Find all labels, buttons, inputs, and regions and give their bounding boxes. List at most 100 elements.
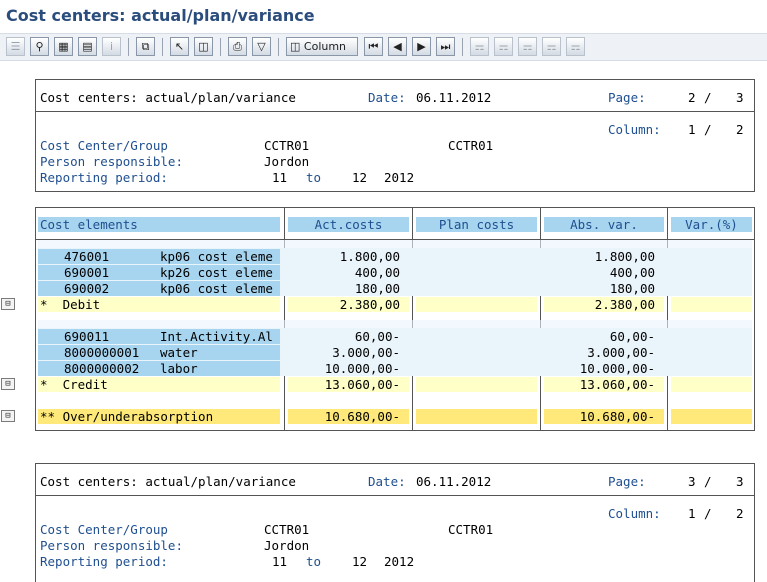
export-icon[interactable]: ⧉ [136, 37, 155, 56]
table-icon[interactable]: ◫ [194, 37, 213, 56]
page-total: 3 [736, 474, 744, 489]
period-label: Reporting period: [40, 170, 168, 185]
tree-icon[interactable]: ☰ [6, 37, 25, 56]
hier3-icon[interactable]: ⚎ [518, 37, 537, 56]
abs-var-value: 1.800,00 [594, 249, 655, 264]
act-cost-value: 10.000,00- [324, 361, 400, 376]
period-to-label: to [306, 170, 322, 185]
pointer-icon[interactable]: ↖ [170, 37, 189, 56]
header-plan-costs[interactable]: Plan costs [416, 217, 537, 232]
header-abs-var[interactable]: Abs. var. [544, 217, 664, 232]
date-label: Date: [368, 474, 406, 489]
column-current: 1 [688, 122, 696, 137]
application-toolbar: ☰ ⚲ ▦ ▤ i ⧉ ↖ ◫ ⎙ ▽ ◫ Column ⏮ ◀ ▶ ⏭ ⚎ ⚎… [0, 34, 767, 61]
header-cost-elements[interactable]: Cost elements [38, 217, 280, 232]
abs-var-value: 10.000,00- [579, 361, 655, 376]
column-button[interactable]: ◫ Column [286, 37, 358, 56]
period-from: 11 [272, 554, 288, 569]
collapse-icon[interactable]: ⊟ [1, 298, 15, 310]
period-to-label: to [306, 554, 322, 569]
act-cost-value: 180,00 [354, 281, 400, 296]
credit-total-abs: 13.060,00- [544, 377, 664, 392]
find-icon[interactable]: ⚲ [30, 37, 49, 56]
print-icon[interactable]: ⎙ [228, 37, 247, 56]
abs-var-value: 180,00 [609, 281, 655, 296]
layout-icon[interactable]: ▦ [54, 37, 73, 56]
period-label: Reporting period: [40, 554, 168, 569]
person-label: Person responsible: [40, 154, 183, 169]
hier4-icon[interactable]: ⚎ [542, 37, 561, 56]
cost-element-desc: water [160, 345, 198, 360]
abs-var-value: 3.000,00- [587, 345, 655, 360]
column-total: 2 [736, 122, 744, 137]
collapse-icon[interactable]: ⊟ [1, 410, 15, 422]
title-bar: Cost centers: actual/plan/variance [0, 0, 767, 34]
cost-element-desc: kp06 cost eleme [160, 281, 273, 296]
act-cost-value: 3.000,00- [332, 345, 400, 360]
column-label: Column: [608, 122, 661, 137]
credit-total-act: 13.060,00- [288, 377, 409, 392]
person-label: Person responsible: [40, 538, 183, 553]
column-slash: / [704, 122, 712, 137]
act-cost-value: 60,00- [354, 329, 400, 344]
last-page-icon[interactable]: ⏭ [436, 37, 455, 56]
debit-total-label: * Debit [38, 297, 280, 312]
page-label: Page: [608, 474, 646, 489]
filter-icon[interactable]: ▽ [252, 37, 271, 56]
cost-center-value: CCTR01 [264, 138, 310, 153]
page-slash: / [704, 474, 712, 489]
period-year: 2012 [384, 554, 415, 569]
abs-var-value: 60,00- [609, 329, 655, 344]
report-header-page2: Cost centers: actual/plan/variance Date:… [35, 79, 755, 192]
credit-total-label: * Credit [38, 377, 280, 392]
header-var-pct[interactable]: Var.(%) [671, 217, 752, 232]
cost-element-desc: kp06 cost eleme [160, 249, 273, 264]
hier2-icon[interactable]: ⚎ [494, 37, 513, 56]
report-title: Cost centers: actual/plan/variance [40, 474, 296, 489]
date-label: Date: [368, 90, 406, 105]
person-value: Jordon [264, 538, 310, 553]
grand-total-label: ** Over/underabsorption [38, 409, 280, 424]
debit-total-abs: 2.380,00 [544, 297, 664, 312]
page-slash: / [704, 90, 712, 105]
page-current: 3 [688, 474, 696, 489]
hier1-icon[interactable]: ⚎ [470, 37, 489, 56]
cost-center-value-2: CCTR01 [448, 138, 494, 153]
column-current: 1 [688, 506, 696, 521]
cost-element-desc: labor [160, 361, 198, 376]
report-header-page3: Cost centers: actual/plan/variance Date:… [35, 463, 755, 582]
act-cost-value: 1.800,00 [339, 249, 400, 264]
date-value: 06.11.2012 [416, 90, 492, 105]
window-title: Cost centers: actual/plan/variance [6, 6, 315, 25]
period-year: 2012 [384, 170, 415, 185]
grand-total-act: 10.680,00- [288, 409, 409, 424]
page-label: Page: [608, 90, 646, 105]
cost-element-desc: kp26 cost eleme [160, 265, 273, 280]
period-to: 12 [352, 554, 368, 569]
next-page-icon[interactable]: ▶ [412, 37, 431, 56]
collapse-icon[interactable]: ⊟ [1, 378, 15, 390]
info-icon[interactable]: i [102, 37, 121, 56]
person-value: Jordon [264, 154, 310, 169]
sheet-icon[interactable]: ▤ [78, 37, 97, 56]
cost-element-desc: Int.Activity.Al [160, 329, 273, 344]
column-label: Column: [608, 506, 661, 521]
report-title: Cost centers: actual/plan/variance [40, 90, 296, 105]
header-act-costs[interactable]: Act.costs [288, 217, 409, 232]
page-current: 2 [688, 90, 696, 105]
date-value: 06.11.2012 [416, 474, 492, 489]
column-button-label: Column [303, 40, 347, 53]
column-slash: / [704, 506, 712, 521]
act-cost-value: 400,00 [354, 265, 400, 280]
abs-var-value: 400,00 [609, 265, 655, 280]
column-total: 2 [736, 506, 744, 521]
first-page-icon[interactable]: ⏮ [364, 37, 383, 56]
hier5-icon[interactable]: ⚎ [566, 37, 585, 56]
prev-page-icon[interactable]: ◀ [388, 37, 407, 56]
grand-total-abs: 10.680,00- [544, 409, 664, 424]
period-from: 11 [272, 170, 288, 185]
cost-center-label: Cost Center/Group [40, 522, 168, 537]
cost-center-label: Cost Center/Group [40, 138, 168, 153]
column-icon: ◫ [290, 40, 301, 53]
period-to: 12 [352, 170, 368, 185]
